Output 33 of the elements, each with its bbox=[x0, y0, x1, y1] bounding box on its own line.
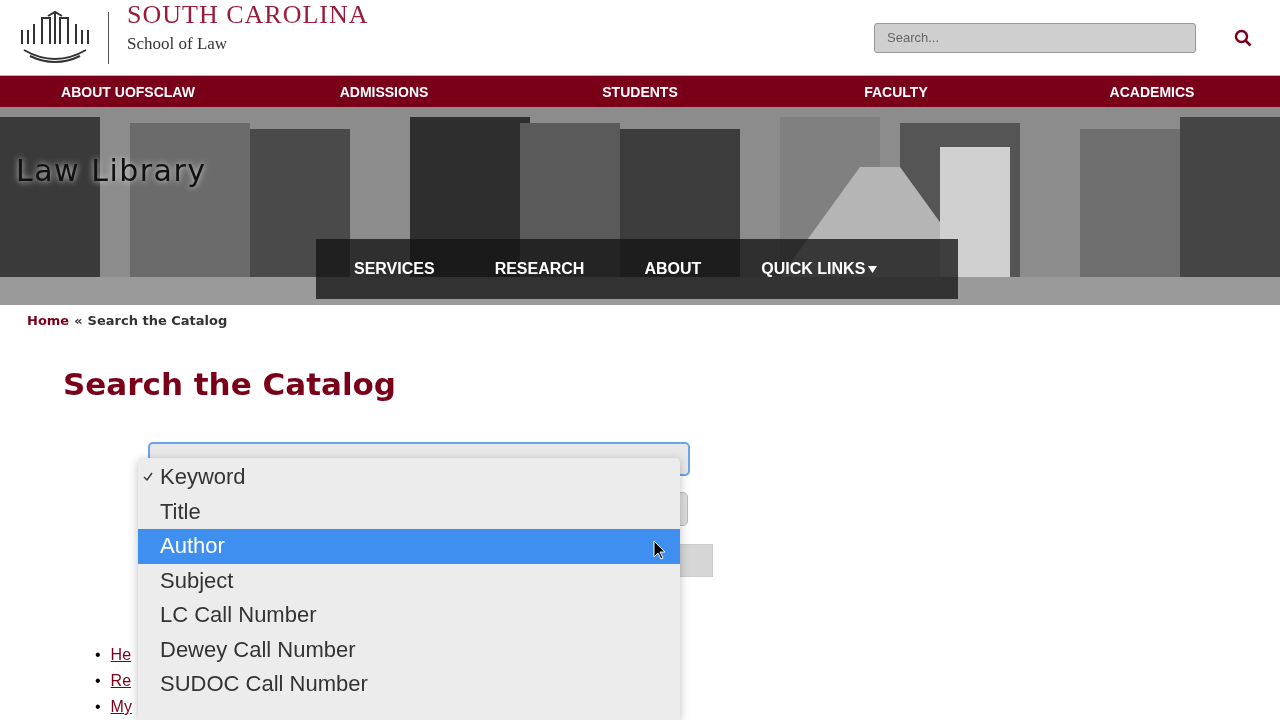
banner-title: Law Library bbox=[16, 153, 207, 188]
menu-option[interactable]: LC Call Number bbox=[138, 598, 680, 633]
menu-option[interactable]: SUDOC Call Number bbox=[138, 667, 680, 702]
breadcrumb-current: Search the Catalog bbox=[87, 313, 228, 328]
nav-link[interactable]: ABOUT UOFSCLAW bbox=[61, 83, 195, 100]
search-icon[interactable] bbox=[1234, 28, 1252, 47]
cursor-icon bbox=[653, 540, 666, 560]
caret-icon bbox=[868, 265, 878, 273]
logo-subtitle: School of Law bbox=[127, 33, 229, 54]
sub-nav-link[interactable]: RESEARCH bbox=[494, 260, 585, 278]
bullet: • bbox=[95, 697, 101, 717]
link[interactable]: He bbox=[110, 642, 132, 668]
checkmark-icon bbox=[143, 472, 153, 483]
bullet: • bbox=[95, 671, 101, 691]
sub-nav-link[interactable]: SERVICES bbox=[354, 260, 435, 278]
breadcrumb-separator: « bbox=[74, 313, 83, 328]
logo-wordmark: SOUTH CAROLINA bbox=[127, 1, 369, 28]
nav-link[interactable]: FACULTY bbox=[864, 83, 928, 100]
nav-link[interactable]: STUDENTS bbox=[602, 83, 678, 100]
menu-option[interactable]: Title bbox=[138, 494, 680, 529]
link[interactable]: Re bbox=[110, 668, 132, 694]
search-field[interactable]: Search... bbox=[874, 22, 1196, 53]
sub-nav-link[interactable]: QUICK LINKS bbox=[761, 260, 878, 278]
nav-link[interactable]: ACADEMICS bbox=[1109, 83, 1195, 100]
bullet: • bbox=[95, 645, 101, 665]
breadcrumb-link[interactable]: Home bbox=[27, 313, 70, 328]
nav-link[interactable]: ADMISSIONS bbox=[339, 83, 429, 100]
menu-option[interactable]: Subject bbox=[138, 563, 680, 598]
menu-option[interactable]: Dewey Call Number bbox=[138, 632, 680, 667]
link[interactable]: My bbox=[110, 694, 132, 720]
sub-nav-link[interactable]: ABOUT bbox=[644, 260, 702, 278]
page-title: Search the Catalog bbox=[63, 366, 398, 402]
menu-option[interactable]: Keyword bbox=[138, 460, 680, 495]
